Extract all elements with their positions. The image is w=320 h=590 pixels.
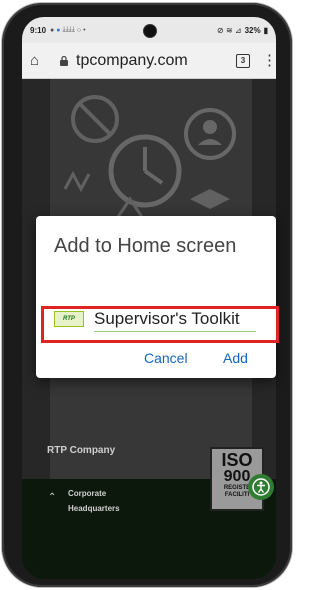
- url-text[interactable]: tpcompany.com: [76, 52, 188, 70]
- annotation-highlight-box: [41, 306, 279, 343]
- tab-switcher-button[interactable]: 3: [236, 53, 250, 68]
- cloud-icon: ●: [56, 26, 61, 34]
- expand-caret-icon[interactable]: ⌃: [48, 492, 56, 503]
- accessibility-button[interactable]: [248, 474, 274, 500]
- notification-icons: ● ● ⤓⤓⤓⤓ ○ •: [50, 26, 86, 34]
- ring-icon: ○: [76, 26, 82, 34]
- home-icon[interactable]: ⌂: [30, 52, 50, 69]
- more-menu-icon[interactable]: ⋮: [262, 53, 276, 68]
- more-dot-icon: •: [83, 26, 86, 34]
- status-right: ⊘ ≋ ⊿ 32% ▮: [217, 26, 268, 35]
- status-time: 9:10: [30, 25, 47, 35]
- footer-headquarters[interactable]: Corporate Headquarters: [68, 486, 120, 516]
- browser-toolbar: ⌂ tpcompany.com 3 ⋮: [22, 43, 276, 79]
- download-icon: ⤓⤓⤓⤓: [62, 26, 75, 33]
- chat-icon: ●: [50, 26, 55, 34]
- lock-icon[interactable]: [58, 55, 70, 67]
- add-to-home-dialog: Add to Home screen RTP Cancel Add: [36, 216, 276, 378]
- dialog-title: Add to Home screen: [54, 235, 237, 257]
- battery-icon: ▮: [263, 25, 268, 35]
- add-button[interactable]: Add: [223, 350, 248, 366]
- footer-company-name: RTP Company: [47, 445, 116, 456]
- cancel-button[interactable]: Cancel: [144, 350, 188, 366]
- front-camera: [143, 24, 157, 38]
- battery-text: 32%: [244, 25, 261, 35]
- signal-icons: ⊘ ≋ ⊿: [217, 25, 242, 35]
- accessibility-icon: [252, 478, 270, 496]
